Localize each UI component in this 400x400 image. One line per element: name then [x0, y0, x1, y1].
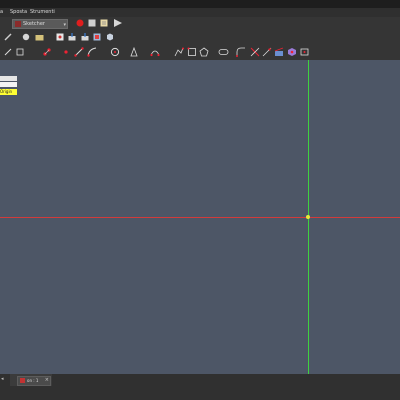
hand-icon[interactable] — [22, 33, 30, 41]
macros-icon[interactable] — [100, 19, 108, 27]
document-icon — [20, 378, 25, 383]
tree-item[interactable] — [0, 82, 17, 87]
document-tab-bar: ◂ on : 1 × — [0, 374, 400, 400]
trim-icon[interactable] — [250, 47, 260, 57]
record-macro-icon[interactable] — [76, 19, 84, 27]
toolbar-row-1: Sketcher ▾ — [0, 17, 400, 30]
tab-document[interactable]: on : 1 × — [17, 376, 51, 386]
leave-sketch-icon[interactable] — [68, 33, 76, 41]
conic-icon[interactable] — [130, 47, 138, 57]
origin-point[interactable] — [306, 215, 310, 219]
point-icon[interactable] — [42, 47, 52, 57]
construction-mode-icon[interactable] — [300, 47, 309, 57]
tab-scroll-left-icon[interactable]: ◂ — [1, 376, 4, 382]
separator-icon — [43, 31, 51, 43]
workbench-selector-label: Sketcher — [23, 21, 45, 27]
x-axis-line — [0, 217, 400, 218]
chevron-down-icon: ▾ — [63, 22, 66, 28]
polygon-icon[interactable] — [199, 47, 209, 57]
reorient-sketch-icon[interactable] — [106, 33, 114, 41]
menu-item-view[interactable]: a — [0, 9, 3, 15]
map-sketch-icon[interactable] — [93, 33, 101, 41]
validate-sketch-icon[interactable] — [4, 48, 12, 56]
view-section-icon[interactable] — [16, 48, 24, 56]
execute-macro-icon[interactable] — [113, 18, 123, 28]
external-geometry-icon[interactable] — [274, 47, 284, 57]
toolbar-row-3 — [0, 44, 400, 60]
close-icon[interactable]: × — [45, 377, 49, 383]
carbon-copy-icon[interactable] — [287, 47, 297, 57]
tab-strip: on : 1 × — [10, 374, 52, 386]
pen-icon[interactable] — [4, 33, 12, 41]
stop-macro-icon[interactable] — [88, 19, 96, 27]
window-titlebar — [0, 0, 400, 8]
new-sketch-icon[interactable] — [56, 33, 64, 41]
tree-item-origin[interactable]: Origin — [0, 89, 17, 95]
rectangle-icon[interactable] — [187, 47, 197, 57]
line-icon[interactable] — [74, 47, 84, 57]
menu-item-strumenti[interactable]: Strumenti — [30, 9, 55, 15]
point-dot-icon[interactable] — [62, 48, 70, 56]
view-sketch-icon[interactable] — [81, 33, 89, 41]
tree-item[interactable] — [0, 76, 17, 81]
menu-bar: a Sposta Strumenti — [0, 8, 400, 17]
circle-icon[interactable] — [110, 47, 120, 57]
polyline-icon[interactable] — [174, 47, 184, 57]
slot-icon[interactable] — [218, 47, 229, 57]
tab-document-label: on : 1 — [27, 378, 39, 383]
menu-item-sposta[interactable]: Sposta — [10, 9, 27, 15]
toolbar-row-2 — [0, 30, 400, 44]
fillet-icon[interactable] — [236, 47, 246, 57]
sketcher-workbench-icon — [15, 21, 21, 27]
bspline-icon[interactable] — [150, 47, 160, 57]
arc-icon[interactable] — [87, 47, 97, 57]
sketch-viewport[interactable] — [0, 60, 400, 374]
extend-icon[interactable] — [262, 47, 272, 57]
workbench-selector[interactable]: Sketcher ▾ — [12, 19, 68, 29]
